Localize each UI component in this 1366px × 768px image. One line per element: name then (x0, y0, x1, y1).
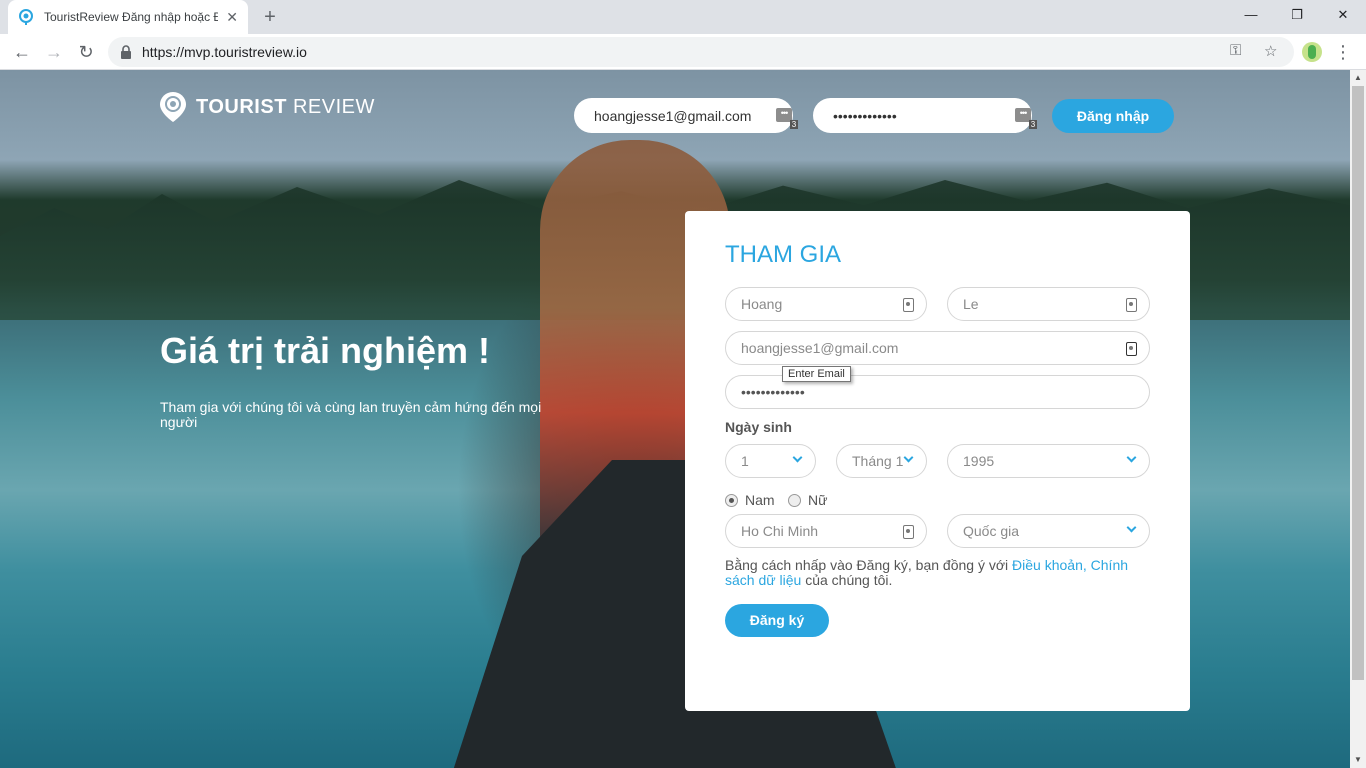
forward-button[interactable]: → (40, 38, 68, 66)
contact-card-icon (1126, 298, 1137, 312)
gender-male-radio[interactable]: Nam (725, 492, 775, 508)
address-bar[interactable]: https://mvp.touristreview.io ⚿ ☆ (108, 37, 1294, 67)
signup-title: THAM GIA (725, 241, 842, 268)
signup-card: THAM GIA Hoang Le hoangjesse1@gmail.com … (685, 211, 1190, 711)
profile-avatar-icon[interactable] (1302, 42, 1322, 62)
chevron-down-icon (1126, 452, 1137, 463)
terms-prefix: Bằng cách nhấp vào Đăng ký, bạn đồng ý v… (725, 557, 1013, 573)
city-field[interactable]: Ho Chi Minh (725, 514, 927, 548)
scroll-up-icon[interactable]: ▲ (1350, 70, 1366, 86)
key-icon[interactable]: ⚿ (1230, 42, 1241, 59)
password-value: ••••••••••••• (741, 384, 805, 400)
bookmark-star-icon[interactable]: ☆ (1264, 42, 1277, 60)
month-value: Tháng 1 (852, 453, 904, 469)
site-favicon-icon (19, 9, 33, 25)
terms-separator: , (1082, 557, 1091, 573)
year-value: 1995 (963, 453, 995, 469)
logo-pin-icon (160, 92, 186, 122)
country-select[interactable]: Quốc gia (947, 514, 1150, 548)
gender-female-label: Nữ (808, 492, 828, 508)
day-select[interactable]: 1 (725, 444, 816, 478)
reload-button[interactable]: ↻ (72, 38, 100, 66)
signup-button[interactable]: Đăng ký (725, 604, 829, 637)
dob-label: Ngày sinh (725, 419, 792, 435)
day-value: 1 (741, 453, 749, 469)
email-tooltip: Enter Email (782, 366, 851, 382)
login-button[interactable]: Đăng nhập (1052, 99, 1174, 133)
tab-close-icon[interactable]: ✕ (226, 9, 238, 26)
email-value: hoangjesse1@gmail.com (741, 340, 899, 356)
contact-card-icon (903, 525, 914, 539)
year-select[interactable]: 1995 (947, 444, 1150, 478)
terms-text: Bằng cách nhấp vào Đăng ký, bạn đồng ý v… (725, 558, 1145, 588)
hero-title: Giá trị trải nghiệm ! (160, 330, 491, 371)
contact-card-icon (1126, 342, 1137, 356)
last-name-field[interactable]: Le (947, 287, 1150, 321)
close-window-button[interactable]: ✕ (1320, 0, 1366, 30)
site-logo[interactable]: TOURIST REVIEW (160, 92, 375, 122)
browser-toolbar: ← → ↻ https://mvp.touristreview.io ⚿ ☆ (0, 34, 1366, 70)
url-text: https://mvp.touristreview.io (142, 44, 307, 60)
logo-text: TOURIST REVIEW (196, 95, 375, 118)
last-name-value: Le (963, 296, 979, 312)
chevron-down-icon (1126, 522, 1137, 533)
contact-card-icon (903, 298, 914, 312)
lock-icon (121, 45, 131, 59)
minimize-button[interactable]: — (1228, 0, 1274, 30)
password-manager-count: 3 (1029, 120, 1037, 129)
hero-subtitle: Tham gia với chúng tôi và cùng lan truyề… (160, 399, 542, 430)
header-email-input[interactable] (574, 98, 793, 133)
terms-suffix: của chúng tôi. (801, 572, 893, 588)
email-field[interactable]: hoangjesse1@gmail.com (725, 331, 1150, 365)
city-value: Ho Chi Minh (741, 523, 819, 539)
first-name-field[interactable]: Hoang (725, 287, 927, 321)
header-password-input[interactable] (813, 98, 1032, 133)
scroll-down-icon[interactable]: ▼ (1350, 752, 1366, 768)
radio-selected-icon (725, 493, 738, 507)
tab-title: TouristReview Đăng nhập hoặc Đ (44, 10, 219, 24)
chevron-down-icon (903, 452, 914, 463)
browser-menu-icon[interactable]: ⋮ (1334, 40, 1352, 64)
chevron-down-icon (792, 452, 803, 463)
gender-male-label: Nam (745, 492, 775, 508)
browser-tab[interactable]: TouristReview Đăng nhập hoặc Đ ✕ (8, 0, 248, 34)
scrollbar-thumb[interactable] (1352, 86, 1364, 680)
month-select[interactable]: Tháng 1 (836, 444, 927, 478)
new-tab-button[interactable]: + (258, 5, 282, 29)
browser-tabstrip: TouristReview Đăng nhập hoặc Đ ✕ + — ❐ ✕ (0, 0, 1366, 34)
country-placeholder: Quốc gia (963, 523, 1020, 539)
radio-unselected-icon (788, 493, 801, 507)
first-name-value: Hoang (741, 296, 783, 312)
restore-button[interactable]: ❐ (1274, 0, 1320, 30)
gender-female-radio[interactable]: Nữ (788, 492, 827, 508)
back-button[interactable]: ← (8, 38, 36, 66)
password-manager-count: 3 (790, 120, 798, 129)
terms-link[interactable]: Điều khoản (1012, 557, 1083, 573)
